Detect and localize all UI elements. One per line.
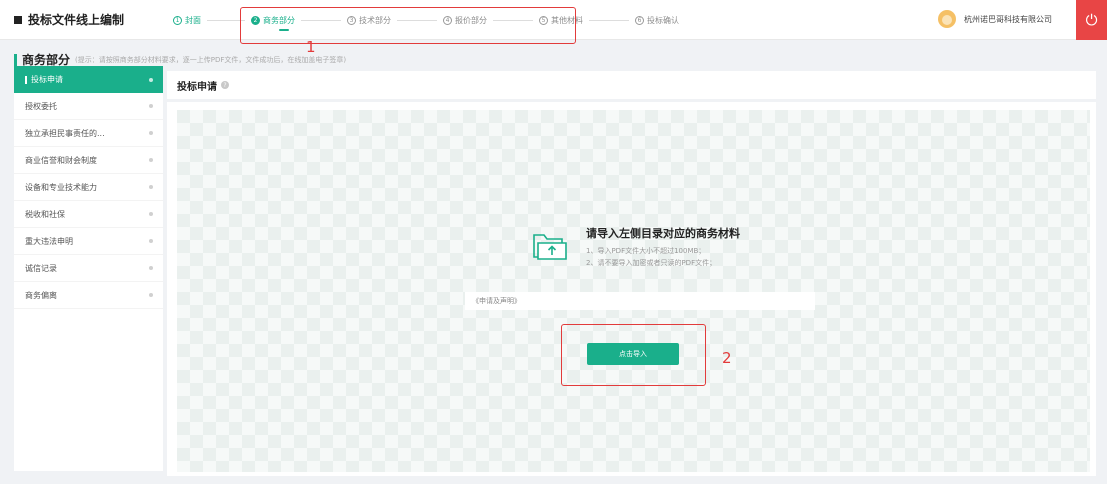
prompt-line-2: 2、请不要导入加密或者只读的PDF文件；	[586, 259, 717, 267]
sidebar-item-label: 税收和社保	[25, 209, 65, 219]
prompt-text: 请导入左侧目录对应的商务材料 1、导入PDF文件大小不超过100MB； 2、请不…	[586, 225, 740, 269]
sidebar-item-civil-liability[interactable]: 独立承担民事责任的...	[14, 120, 163, 147]
sidebar-item-authorization[interactable]: 授权委托	[14, 93, 163, 120]
app-logo-icon	[14, 15, 22, 24]
step-cover[interactable]: 1 封面	[173, 15, 201, 26]
section-hint: (提示：请按照商务部分材料要求，逐一上传PDF文件，文件成功后，在线加盖电子签章…	[75, 55, 347, 64]
sidebar-item-violation-statement[interactable]: 重大违法申明	[14, 228, 163, 255]
folder-upload-icon	[532, 229, 568, 261]
app-title: 投标文件线上编制	[14, 11, 124, 28]
status-dot-icon	[149, 293, 153, 297]
sidebar-item-tax-social[interactable]: 税收和社保	[14, 201, 163, 228]
avatar	[938, 10, 956, 28]
sidebar-item-integrity-record[interactable]: 诚信记录	[14, 255, 163, 282]
status-dot-icon	[149, 131, 153, 135]
company-account[interactable]: 杭州诺巴哥科技有限公司	[938, 10, 1052, 28]
sidebar-item-bid-application[interactable]: 投标申请	[14, 66, 163, 93]
page-title: 投标申请	[177, 81, 217, 93]
step-confirm[interactable]: 6 投标确认	[635, 15, 679, 26]
sidebar-item-business-deviation[interactable]: 商务偏离	[14, 282, 163, 309]
status-dot-icon	[149, 266, 153, 270]
annotation-label-2: 2	[722, 349, 732, 367]
annotation-box-2	[561, 324, 706, 386]
step-number: 6	[635, 15, 644, 25]
status-dot-icon	[149, 77, 153, 82]
upload-panel: 请导入左侧目录对应的商务材料 1、导入PDF文件大小不超过100MB； 2、请不…	[167, 102, 1096, 476]
sidebar-item-label: 商业信誉和财会制度	[25, 155, 97, 165]
step-label: 投标确认	[647, 15, 679, 25]
status-dot-icon	[149, 185, 153, 189]
section-accent-bar	[14, 53, 17, 66]
status-dot-icon	[149, 104, 153, 108]
active-marker	[25, 75, 27, 84]
sidebar-item-label: 独立承担民事责任的...	[25, 128, 105, 138]
status-dot-icon	[149, 212, 153, 216]
step-label: 封面	[185, 15, 201, 25]
status-dot-icon	[149, 158, 153, 162]
step-connector	[589, 19, 629, 21]
annotation-box-1	[240, 7, 576, 44]
sidebar-item-equipment-tech[interactable]: 设备和专业技术能力	[14, 174, 163, 201]
sidebar-item-label: 重大违法申明	[25, 236, 73, 246]
sidebar: 投标申请 授权委托 独立承担民事责任的... 商业信誉和财会制度 设备和专业技术…	[14, 66, 163, 471]
main-heading-bar: 投标申请 ?	[167, 71, 1096, 99]
power-icon: ⏻	[1085, 11, 1098, 29]
prompt-title: 请导入左侧目录对应的商务材料	[586, 227, 740, 240]
company-name: 杭州诺巴哥科技有限公司	[964, 14, 1052, 24]
upload-prompt: 请导入左侧目录对应的商务材料 1、导入PDF文件大小不超过100MB； 2、请不…	[532, 225, 740, 269]
sidebar-item-label: 授权委托	[25, 101, 57, 111]
upload-dropzone[interactable]: 请导入左侧目录对应的商务材料 1、导入PDF文件大小不超过100MB； 2、请不…	[177, 110, 1090, 472]
sidebar-item-label: 投标申请	[31, 75, 63, 84]
sidebar-item-label: 诚信记录	[25, 263, 57, 273]
sidebar-item-label: 商务偏离	[25, 290, 57, 300]
status-dot-icon	[149, 239, 153, 243]
help-icon[interactable]: ?	[221, 81, 229, 89]
app-title-text: 投标文件线上编制	[28, 13, 125, 27]
prompt-line-1: 1、导入PDF文件大小不超过100MB；	[586, 247, 706, 255]
sidebar-item-label: 设备和专业技术能力	[25, 182, 97, 192]
document-name-field: 《申请及声明》	[465, 292, 815, 310]
sidebar-item-credit-finance[interactable]: 商业信誉和财会制度	[14, 147, 163, 174]
step-number: 1	[173, 15, 182, 25]
power-button[interactable]: ⏻	[1076, 0, 1107, 40]
